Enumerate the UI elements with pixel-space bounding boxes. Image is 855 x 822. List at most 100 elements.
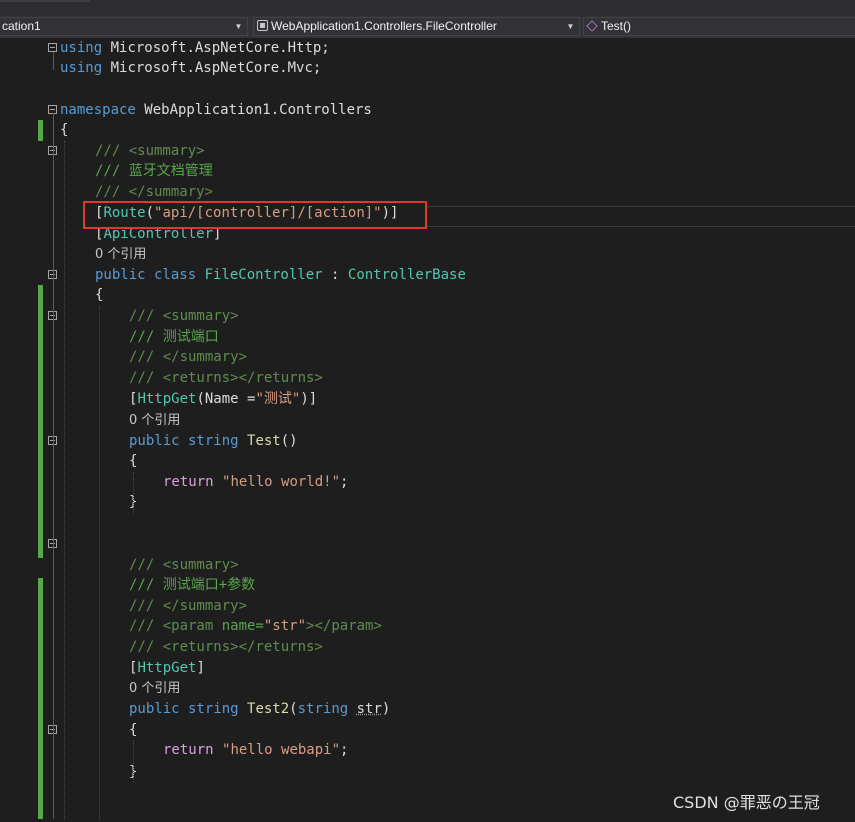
code-line-23[interactable]: 23 — [0, 534, 855, 554]
code-line-13[interactable]: 13/// <summary> — [0, 306, 855, 326]
token-cmg: ></param> — [306, 618, 382, 634]
code-line-12[interactable]: 12{ — [0, 285, 855, 305]
token-cm: name= — [221, 618, 264, 634]
code-line-14[interactable]: 14/// 测试端口 — [0, 327, 855, 347]
class-dropdown[interactable]: WebApplication1.Controllers.FileControll… — [253, 17, 580, 36]
references-text[interactable]: 0 个引用 — [95, 244, 146, 265]
token-cmg: /// — [95, 143, 129, 159]
indent-guide — [64, 141, 65, 819]
code-line-5[interactable]: 5{ — [0, 120, 855, 140]
token-ty: FileController — [204, 267, 323, 283]
token-cmg: /// </summary> — [129, 598, 248, 614]
code-text: using Microsoft.AspNetCore.Http; — [60, 38, 330, 58]
code-text: public string Test2(string str) — [129, 699, 390, 719]
codelens-references[interactable]: 0 个引用 — [0, 244, 855, 264]
code-line-1[interactable]: 1using Microsoft.AspNetCore.Http; — [0, 38, 855, 58]
token-pl0: { — [129, 722, 138, 738]
code-text: /// <summary> — [95, 141, 205, 161]
code-line-4[interactable]: 4namespace WebApplication1.Controllers — [0, 100, 855, 120]
code-line-6[interactable]: 6/// <summary> — [0, 141, 855, 161]
code-line-11[interactable]: 11public class FileController : Controll… — [0, 265, 855, 285]
code-text: /// 蓝牙文档管理 — [95, 161, 213, 181]
code-line-33[interactable]: 33} — [0, 762, 855, 782]
code-line-29[interactable]: 29[HttpGet] — [0, 658, 855, 678]
class-dropdown-label: WebApplication1.Controllers.FileControll… — [271, 19, 497, 33]
token-ty: HttpGet — [137, 391, 197, 407]
fold-connector — [53, 52, 54, 70]
code-text: /// <returns></returns> — [129, 637, 323, 657]
member-dropdown[interactable]: Test() — [583, 17, 855, 36]
token-kw: using — [60, 40, 103, 56]
change-indicator — [38, 120, 43, 141]
codelens-references[interactable]: 0 个引用 — [0, 678, 855, 698]
class-dropdown-content: WebApplication1.Controllers.FileControll… — [257, 18, 497, 35]
token-cmg: /// <param — [129, 618, 222, 634]
code-line-28[interactable]: 28/// <returns></returns> — [0, 637, 855, 657]
code-line-26[interactable]: 26/// </summary> — [0, 596, 855, 616]
code-line-20[interactable]: 20return "hello world!"; — [0, 472, 855, 492]
token-ref: 0 个引用 — [129, 413, 181, 428]
references-text[interactable]: 0 个引用 — [129, 678, 180, 699]
code-line-31[interactable]: 31{ — [0, 720, 855, 740]
token-pl0: )] — [300, 391, 318, 407]
code-text: /// <summary> — [129, 555, 239, 575]
token-pl: str — [356, 701, 382, 717]
token-cm: /// 测试端口 — [129, 329, 219, 345]
token-cmg: /// <returns></returns> — [129, 370, 323, 386]
token-cmg: <summary> — [128, 143, 205, 159]
code-line-17[interactable]: 17[HttpGet(Name ="测试")] — [0, 389, 855, 409]
references-text[interactable]: 0 个引用 — [129, 410, 180, 431]
token-pl0: ; — [340, 742, 349, 758]
token-pl0: Microsoft.AspNetCore.Http; — [102, 40, 330, 56]
route-highlight-box — [83, 201, 427, 229]
code-line-27[interactable]: 27/// <param name="str"></param> — [0, 616, 855, 636]
code-text: /// </summary> — [95, 182, 213, 202]
token-pl0: Microsoft.AspNetCore.Mvc; — [102, 60, 322, 76]
code-text: { — [95, 285, 103, 305]
code-text: /// <returns></returns> — [129, 368, 323, 388]
project-dropdown[interactable]: cation1 ▼ — [0, 17, 248, 36]
code-text: using Microsoft.AspNetCore.Mvc; — [60, 58, 321, 78]
token-kw: using — [60, 60, 103, 76]
code-line-3[interactable]: 3 — [0, 79, 855, 99]
code-text: [HttpGet(Name ="测试")] — [129, 389, 317, 409]
code-line-7[interactable]: 7/// 蓝牙文档管理 — [0, 161, 855, 181]
token-pl0: WebApplication1.Controllers — [135, 102, 372, 118]
member-dropdown-label: Test() — [601, 19, 631, 33]
code-line-24[interactable]: 24/// <summary> — [0, 555, 855, 575]
code-line-30[interactable]: 30public string Test2(string str) — [0, 699, 855, 719]
code-line-16[interactable]: 16/// <returns></returns> — [0, 368, 855, 388]
token-cmg: /// <returns></returns> — [129, 639, 323, 655]
token-pl0: : — [322, 267, 348, 283]
change-indicator — [38, 578, 43, 819]
code-line-22[interactable]: 22 — [0, 514, 855, 534]
method-cube-icon — [586, 20, 598, 32]
token-ty: ControllerBase — [347, 267, 466, 283]
code-line-32[interactable]: 32return "hello webapi"; — [0, 740, 855, 760]
code-text: /// <param name="str"></param> — [129, 616, 382, 636]
code-line-21[interactable]: 21} — [0, 492, 855, 512]
token-cmg: /// <summary> — [129, 308, 239, 324]
code-text: { — [129, 451, 137, 471]
token-str: "hello webapi" — [222, 742, 341, 758]
codelens-references[interactable]: 0 个引用 — [0, 410, 855, 430]
code-line-25[interactable]: 25/// 测试端口+参数 — [0, 575, 855, 595]
code-line-15[interactable]: 15/// </summary> — [0, 347, 855, 367]
watermark: CSDN @罪恶の王冠 — [673, 793, 820, 812]
token-pl0: ( — [289, 701, 298, 717]
token-kw: public string — [129, 433, 248, 449]
code-editor[interactable]: 1using Microsoft.AspNetCore.Http;2using … — [0, 38, 855, 819]
code-line-19[interactable]: 19{ — [0, 451, 855, 471]
code-line-2[interactable]: 2using Microsoft.AspNetCore.Mvc; — [0, 58, 855, 78]
code-text: /// </summary> — [129, 596, 247, 616]
code-line-18[interactable]: 18public string Test() — [0, 431, 855, 451]
code-line-8[interactable]: 8/// </summary> — [0, 182, 855, 202]
code-text: { — [129, 720, 137, 740]
token-pl0: ; — [340, 474, 349, 490]
code-text: public class FileController : Controller… — [95, 265, 466, 285]
token-pl0: (Name = — [196, 391, 256, 407]
code-text: public string Test() — [129, 431, 298, 451]
token-cm: /// 测试端口+参数 — [129, 577, 256, 593]
collapse-toggle-icon[interactable] — [48, 43, 57, 52]
token-kw: public string — [129, 701, 248, 717]
